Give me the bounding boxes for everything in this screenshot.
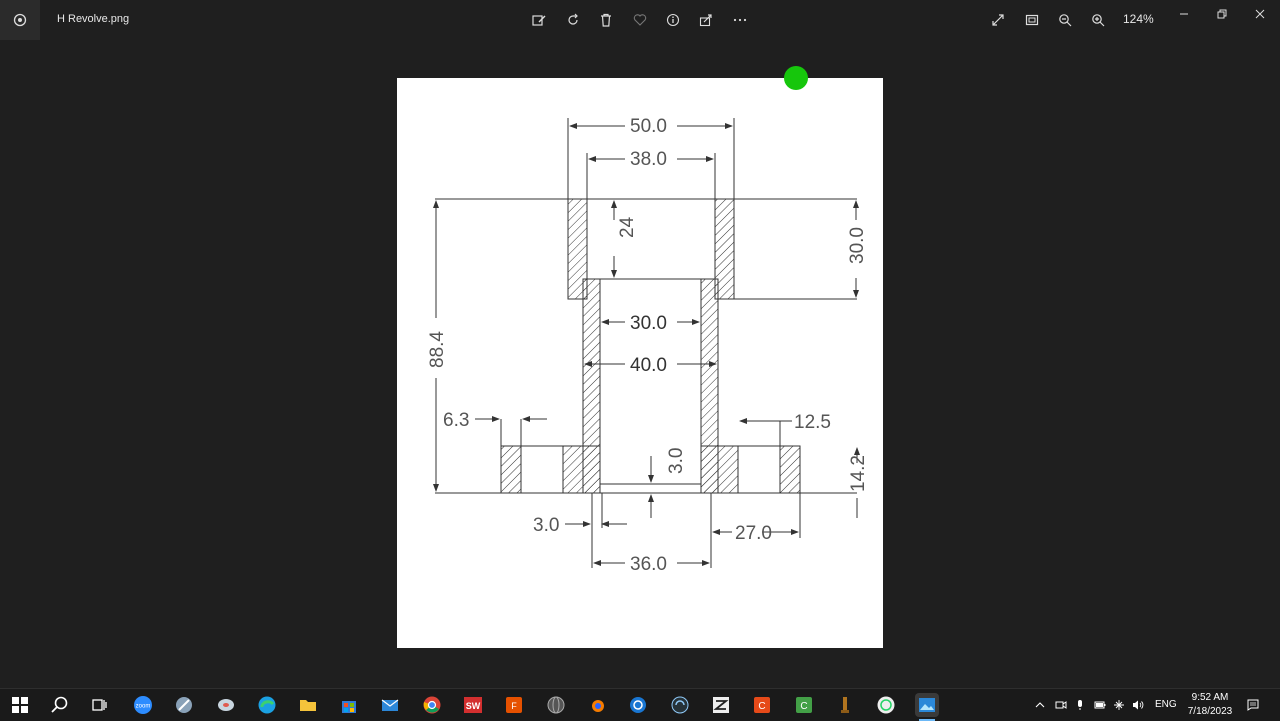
- volume-icon[interactable]: [1131, 698, 1145, 712]
- dim-bottom-width: 36.0: [630, 554, 667, 575]
- cursor-highlight: [784, 66, 808, 90]
- store-icon[interactable]: [337, 693, 361, 717]
- red-app-icon[interactable]: C: [750, 693, 774, 717]
- torch-app-icon[interactable]: [833, 693, 857, 717]
- technical-drawing: 50.0 38.0 24 30.0 88.4 30.0 40.0 6.3 12.…: [427, 116, 869, 575]
- chrome-icon[interactable]: [420, 693, 444, 717]
- dim-bottom-left: 3.0: [533, 515, 559, 536]
- clock[interactable]: 9:52 AM 7/18/2023: [1184, 691, 1236, 719]
- photos-app-icon[interactable]: [0, 0, 40, 40]
- chevron-up-icon[interactable]: [1033, 698, 1047, 712]
- disk-app-icon[interactable]: [214, 693, 238, 717]
- mail-icon[interactable]: [378, 693, 402, 717]
- part-outline: [435, 118, 857, 568]
- rotate-icon[interactable]: [563, 10, 583, 30]
- blender-icon[interactable]: [585, 693, 609, 717]
- delete-icon[interactable]: [596, 10, 616, 30]
- taskbar: zoom SW F C C ENG 9:52 AM 7/18/2023: [0, 688, 1280, 721]
- dim-cup-depth: 24: [617, 216, 638, 238]
- fit-to-window-icon[interactable]: [1022, 10, 1042, 30]
- edit-image-icon[interactable]: [529, 10, 549, 30]
- notification-icon[interactable]: [1246, 698, 1260, 712]
- language-indicator[interactable]: ENG: [1155, 699, 1177, 710]
- dim-total-height: 88.4: [427, 331, 448, 368]
- file-name: H Revolve.png: [57, 13, 130, 25]
- dim-top-outer: 50.0: [630, 116, 667, 137]
- svg-text:SW: SW: [466, 701, 481, 711]
- whatsapp-icon[interactable]: [874, 693, 898, 717]
- task-view-icon[interactable]: [88, 693, 112, 717]
- network-icon[interactable]: [1112, 698, 1126, 712]
- restore-icon[interactable]: [1212, 4, 1232, 24]
- more-icon[interactable]: [730, 10, 750, 30]
- clock-time: 9:52 AM: [1191, 692, 1229, 703]
- davinci-app-icon[interactable]: [668, 693, 692, 717]
- zoom-in-icon[interactable]: [1088, 10, 1108, 30]
- camera-icon[interactable]: [1054, 698, 1068, 712]
- info-icon[interactable]: [663, 10, 683, 30]
- sphere-app-icon[interactable]: [544, 693, 568, 717]
- dim-bottom-right: 27.0: [735, 523, 772, 544]
- dim-cup-height: 30.0: [847, 227, 868, 264]
- search-icon[interactable]: [48, 693, 72, 717]
- minimize-icon[interactable]: [1174, 4, 1194, 24]
- green-app-icon[interactable]: C: [792, 693, 816, 717]
- dim-right-small: 12.5: [794, 412, 831, 433]
- dimension-lines: [433, 123, 860, 566]
- svg-text:zoom: zoom: [136, 704, 151, 710]
- windows-start-icon[interactable]: [8, 693, 32, 717]
- close-icon[interactable]: [1250, 4, 1270, 24]
- share-icon[interactable]: [696, 10, 716, 30]
- dim-neck-outer: 40.0: [630, 355, 667, 376]
- foxit-icon[interactable]: F: [502, 693, 526, 717]
- zoom-app-icon[interactable]: zoom: [131, 693, 155, 717]
- target-app-icon[interactable]: [626, 693, 650, 717]
- dim-base-height: 14.2: [848, 455, 869, 492]
- edge-icon[interactable]: [255, 693, 279, 717]
- title-bar: H Revolve.png 124%: [0, 0, 1280, 40]
- dim-top-inner: 38.0: [630, 149, 667, 170]
- fullscreen-icon[interactable]: [988, 10, 1008, 30]
- battery-icon[interactable]: [1093, 698, 1107, 712]
- image-canvas: 50.0 38.0 24 30.0 88.4 30.0 40.0 6.3 12.…: [397, 78, 883, 648]
- microphone-icon[interactable]: [1073, 698, 1087, 712]
- svg-text:C: C: [758, 701, 765, 712]
- zoom-out-icon[interactable]: [1055, 10, 1075, 30]
- file-explorer-icon[interactable]: [296, 693, 320, 717]
- dim-left-small: 6.3: [443, 410, 469, 431]
- dim-neck-inner: 30.0: [630, 313, 667, 334]
- zoom-level[interactable]: 124%: [1123, 12, 1154, 26]
- feather-app-icon[interactable]: [172, 693, 196, 717]
- clock-date: 7/18/2023: [1187, 706, 1233, 717]
- photos-taskbar-icon[interactable]: [915, 693, 939, 721]
- svg-text:F: F: [511, 701, 517, 711]
- dim-base-thickness: 3.0: [666, 448, 687, 474]
- dimension-labels: 50.0 38.0 24 30.0 88.4 30.0 40.0 6.3 12.…: [427, 116, 869, 575]
- solidworks-icon[interactable]: SW: [461, 693, 485, 717]
- favorite-icon[interactable]: [630, 10, 650, 30]
- zbrush-app-icon[interactable]: [709, 693, 733, 717]
- svg-text:C: C: [800, 701, 807, 712]
